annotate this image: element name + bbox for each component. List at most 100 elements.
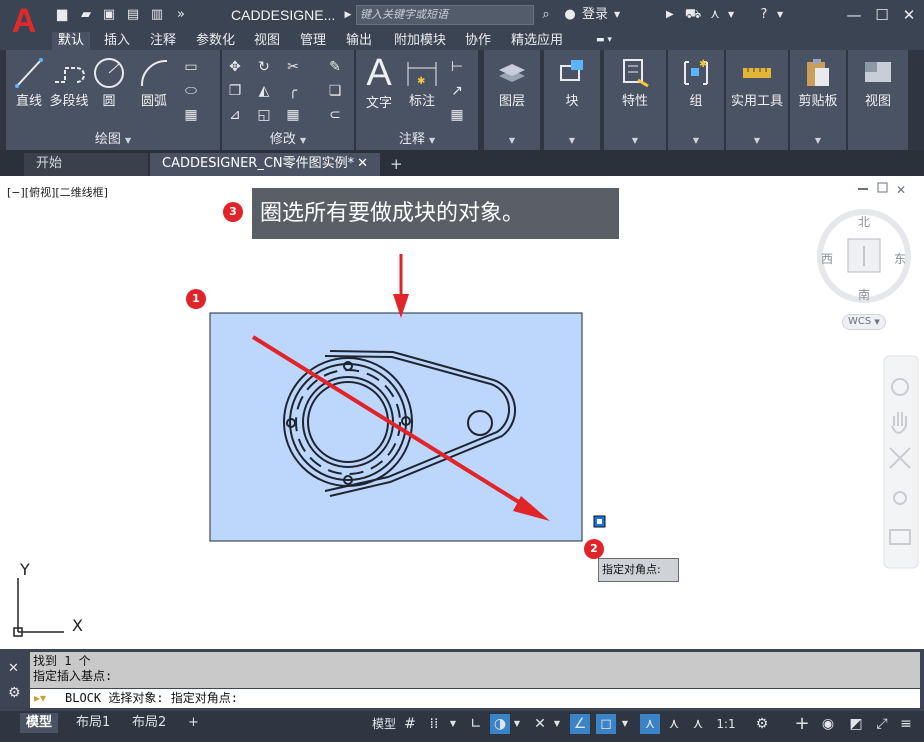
chevron-down-icon[interactable]: ▼ [728,6,734,24]
chevron-down-icon[interactable]: ▼ [777,6,783,24]
chevron-down-icon[interactable]: ▼ [620,714,630,734]
tab-default[interactable]: 默认 [52,32,91,50]
grid-icon[interactable]: # [400,714,420,734]
block-button[interactable]: 块 [544,56,600,109]
array-icon[interactable]: ▦ [284,106,302,124]
ribbon-toggle-icon[interactable]: ▬ ▾ [590,32,618,50]
properties-panel-footer[interactable]: ▼ [604,130,666,150]
polyline-button[interactable]: 多段线 [48,56,90,109]
cart-icon[interactable]: ⛟ [684,6,702,24]
chevron-down-icon[interactable]: ▼ [614,6,620,24]
new-file-icon[interactable]: ▆ [53,6,71,24]
tab-manage[interactable]: 管理 [294,32,332,50]
chevron-down-icon[interactable]: ▼ [448,714,458,734]
gear-icon[interactable]: ⚙ [752,714,772,734]
tab-featured-apps[interactable]: 精选应用 [505,32,569,50]
tab-view[interactable]: 视图 [248,32,286,50]
chevron-down-icon[interactable]: ▼ [512,714,522,734]
customize-menu-icon[interactable]: ≡ [896,714,916,734]
sign-in-arrow-icon[interactable]: ▶ [666,6,674,24]
wrench-icon[interactable]: ⚙ [8,685,21,701]
erase-icon[interactable]: ✎ [326,58,344,76]
text-button[interactable]: A 文字 [360,54,398,111]
line-button[interactable]: 直线 [10,56,48,109]
model-space-button[interactable]: 模型 [371,714,397,734]
wcs-dropdown[interactable]: WCS ▼ [842,314,886,330]
tab-parametric[interactable]: 参数化 [190,32,241,50]
groups-panel-footer[interactable]: ▼ [668,130,724,150]
circle-button[interactable]: 圆 [92,56,126,109]
user-icon[interactable]: ● [562,6,578,24]
more-tools-icon[interactable]: » [172,6,190,24]
add-tab-button[interactable]: + [382,153,408,176]
drawing-area[interactable]: [−][俯视][二维线框] ✕ 3 1 2 北 南 西 东 WCS ▼ 圈选所有… [0,176,924,649]
arc-button[interactable]: 圆弧 [134,56,174,109]
annotation-panel-footer[interactable]: 注释 ▼ [356,130,478,150]
linear-dim-icon[interactable]: ⊢ [448,58,466,76]
plot-icon[interactable]: ▥ [148,6,166,24]
add-layout-button[interactable]: + [182,713,205,733]
maximize-button[interactable]: ☐ [871,4,893,26]
help-icon[interactable]: ? [755,6,773,24]
minimize-viewport-icon[interactable] [858,188,868,190]
autodesk-icon[interactable]: ⋏ [706,6,724,24]
osnap-tracking-icon[interactable]: ✕ [530,714,550,734]
copy-icon[interactable]: ❐ [226,82,244,100]
layers-button[interactable]: 图层 [484,56,540,109]
isolate-icon[interactable]: ◉ [818,714,838,734]
login-button[interactable]: 登录 [582,6,608,24]
minimize-button[interactable]: — [843,4,865,26]
tab-collaborate[interactable]: 协作 [459,32,497,50]
layers-panel-footer[interactable]: ▼ [484,130,540,150]
tab-drawing[interactable]: CADDESIGNER_CN零件图实例* ✕ [150,153,380,176]
trim-icon[interactable]: ✂ [284,58,302,76]
layout-tab-1[interactable]: 布局1 [70,713,116,733]
tab-addins[interactable]: 附加模块 [388,32,452,50]
search-icon[interactable]: ⌕ [538,6,554,24]
offset-icon[interactable]: ⊂ [326,106,344,124]
snap-icon[interactable]: ⁞⁞ [424,714,444,734]
tab-start[interactable]: 开始 [24,153,148,176]
clipboard-button[interactable]: 剪贴板 [790,56,846,109]
scale-icon[interactable]: ◱ [255,106,273,124]
stretch-icon[interactable]: ⊿ [226,106,244,124]
fullscreen-icon[interactable]: ⤢ [872,714,892,734]
close-viewport-icon[interactable]: ✕ [896,183,906,197]
explode-icon[interactable]: ❏ [326,82,344,100]
close-button[interactable]: ✕ [898,4,920,26]
search-input[interactable]: 键入关键字或短语 [356,5,534,25]
object-snap-icon[interactable]: ◻ [596,714,616,734]
mirror-icon[interactable]: ◭ [255,82,273,100]
tab-annotate[interactable]: 注释 [144,32,182,50]
dimension-button[interactable]: ✱ 标注 [402,56,442,109]
chevron-down-icon[interactable]: ▼ [552,714,562,734]
table-icon[interactable]: ▦ [448,106,466,124]
layout-tab-2[interactable]: 布局2 [126,713,172,733]
move-icon[interactable]: ✥ [226,58,244,76]
hardware-acceleration-icon[interactable]: ◩ [846,714,866,734]
leader-icon[interactable]: ↗ [448,82,466,100]
hatch-icon[interactable]: ▦ [182,106,200,124]
tab-insert[interactable]: 插入 [98,32,136,50]
save-icon[interactable]: ▣ [100,6,118,24]
command-input[interactable]: BLOCK 选择对象: 指定对角点: [30,689,920,708]
restore-viewport-icon[interactable] [877,182,888,193]
utilities-panel-footer[interactable]: ▼ [726,130,788,150]
utilities-button[interactable]: 实用工具 [726,56,788,109]
view-button[interactable]: 视图 [848,56,908,109]
groups-button[interactable]: ✱ 组 [668,56,724,109]
annotation-scale-icon[interactable]: ⋏ [688,714,708,734]
properties-button[interactable]: 特性 [604,56,666,109]
plus-icon[interactable]: + [792,714,812,734]
save-as-icon[interactable]: ▤ [124,6,142,24]
command-icon[interactable]: ▸▾ [34,691,46,705]
rectangle-icon[interactable]: ▭ [182,58,200,76]
close-icon[interactable]: ✕ [8,661,19,676]
close-icon[interactable]: ✕ [357,153,368,175]
rotate-icon[interactable]: ↻ [255,58,273,76]
isometric-icon[interactable]: ∠ [570,714,590,734]
auto-scale-icon[interactable]: ⋏ [664,714,684,734]
modify-panel-footer[interactable]: 修改 ▼ [222,130,354,150]
fillet-icon[interactable]: ╭ [284,82,302,100]
tab-output[interactable]: 输出 [340,32,378,50]
